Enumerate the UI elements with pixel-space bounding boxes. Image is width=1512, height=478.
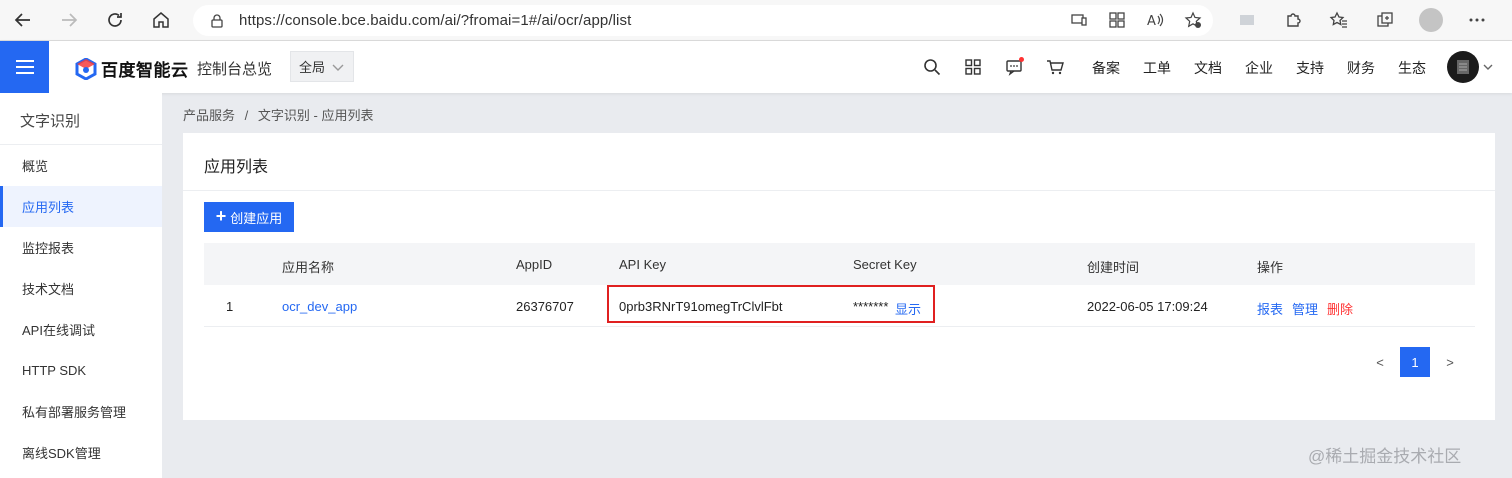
sidebar-item-api-debug[interactable]: API在线调试 bbox=[0, 309, 162, 350]
breadcrumb-separator: / bbox=[244, 108, 249, 123]
sidebar-item-app-list[interactable]: 应用列表 bbox=[0, 186, 162, 227]
plus-icon: + bbox=[215, 206, 227, 226]
baidu-cloud-logo-icon bbox=[75, 57, 97, 80]
report-link[interactable]: 报表 bbox=[1257, 299, 1283, 318]
create-app-label: 创建应用 bbox=[230, 210, 283, 226]
page-title: 应用列表 bbox=[204, 159, 269, 176]
svg-text:A: A bbox=[1147, 14, 1156, 29]
sidebar-item-overview[interactable]: 概览 bbox=[0, 145, 162, 186]
nav-link-ticket[interactable]: 工单 bbox=[1143, 58, 1194, 78]
create-app-button[interactable]: + 创建应用 bbox=[204, 202, 294, 232]
chevron-down-icon bbox=[332, 64, 344, 71]
refresh-icon bbox=[108, 13, 122, 27]
col-header-ops: 操作 bbox=[1257, 260, 1284, 275]
address-bar[interactable]: https://console.bce.baidu.com/ai/?fromai… bbox=[193, 5, 1213, 36]
more-options-icon[interactable] bbox=[1465, 8, 1489, 32]
user-avatar-icon bbox=[1457, 60, 1469, 74]
app-name-link[interactable]: ocr_dev_app bbox=[282, 299, 357, 314]
col-header-appid: AppID bbox=[516, 257, 553, 272]
device-icon[interactable] bbox=[1069, 10, 1089, 30]
home-button[interactable] bbox=[138, 0, 184, 41]
forward-button[interactable] bbox=[46, 0, 92, 41]
refresh-button[interactable] bbox=[92, 0, 138, 41]
breadcrumb: 产品服务 / 文字识别 - 应用列表 bbox=[183, 105, 373, 124]
brand-logo[interactable]: 百度智能云 bbox=[75, 56, 189, 81]
region-value: 全局 bbox=[299, 60, 326, 75]
app-header: 百度智能云 控制台总览 全局 备案 工单 文档 企业 支持 财务 生态 bbox=[0, 41, 1512, 93]
favorite-add-icon[interactable] bbox=[1183, 10, 1203, 30]
url-text: https://console.bce.baidu.com/ai/?fromai… bbox=[239, 12, 632, 29]
menu-button[interactable] bbox=[0, 41, 49, 93]
chevron-down-icon[interactable] bbox=[1482, 61, 1494, 73]
app-id: 26376707 bbox=[516, 299, 574, 314]
watermark: @稀土掘金技术社区 bbox=[1308, 447, 1462, 466]
browser-toolbar: https://console.bce.baidu.com/ai/?fromai… bbox=[0, 0, 1512, 41]
cart-icon[interactable] bbox=[1045, 57, 1065, 77]
region-select[interactable]: 全局 bbox=[290, 51, 354, 82]
extensions-icon[interactable] bbox=[1281, 8, 1305, 32]
favorites-icon[interactable] bbox=[1327, 8, 1351, 32]
highlight-annotation-box bbox=[607, 285, 935, 323]
nav-link-ecosystem[interactable]: 生态 bbox=[1398, 58, 1449, 78]
sidebar-item-http-sdk[interactable]: HTTP SDK bbox=[0, 350, 162, 391]
arrow-left-icon bbox=[14, 13, 30, 27]
prev-page-button[interactable]: < bbox=[1368, 347, 1392, 377]
col-header-apikey: API Key bbox=[619, 257, 666, 272]
sidebar-title: 文字识别 bbox=[0, 93, 162, 145]
sidebar-item-tech-docs[interactable]: 技术文档 bbox=[0, 268, 162, 309]
app-table: 应用名称 AppID API Key Secret Key 创建时间 操作 1 … bbox=[204, 243, 1475, 327]
read-aloud-icon[interactable]: A bbox=[1145, 10, 1165, 30]
home-icon bbox=[153, 12, 169, 28]
console-overview-link[interactable]: 控制台总览 bbox=[197, 58, 272, 79]
arrow-right-icon bbox=[62, 13, 78, 27]
breadcrumb-parent[interactable]: 产品服务 bbox=[183, 108, 235, 123]
nav-link-finance[interactable]: 财务 bbox=[1347, 58, 1398, 78]
search-icon[interactable] bbox=[922, 57, 942, 77]
tab-collections-icon[interactable] bbox=[1373, 8, 1397, 32]
apps-icon[interactable] bbox=[1107, 10, 1127, 30]
nav-link-docs[interactable]: 文档 bbox=[1194, 58, 1245, 78]
header-nav: 备案 工单 文档 企业 支持 财务 生态 bbox=[1092, 58, 1449, 78]
lock-icon bbox=[211, 13, 223, 28]
created-time: 2022-06-05 17:09:24 bbox=[1087, 299, 1208, 314]
profile-avatar[interactable] bbox=[1419, 8, 1443, 32]
next-page-button[interactable]: > bbox=[1438, 347, 1462, 377]
nav-link-enterprise[interactable]: 企业 bbox=[1245, 58, 1296, 78]
row-index: 1 bbox=[226, 299, 234, 314]
col-header-name: 应用名称 bbox=[282, 260, 335, 275]
message-icon[interactable] bbox=[1004, 57, 1024, 77]
col-header-created: 创建时间 bbox=[1087, 260, 1140, 275]
collections-icon[interactable] bbox=[1235, 8, 1259, 32]
nav-link-beian[interactable]: 备案 bbox=[1092, 58, 1143, 78]
breadcrumb-current: 文字识别 - 应用列表 bbox=[257, 108, 374, 123]
logo-text: 百度智能云 bbox=[101, 61, 189, 80]
sidebar-item-private-deploy[interactable]: 私有部署服务管理 bbox=[0, 391, 162, 432]
col-header-secret: Secret Key bbox=[853, 257, 917, 272]
hamburger-icon bbox=[15, 60, 34, 74]
page-number-current[interactable]: 1 bbox=[1400, 347, 1430, 377]
divider bbox=[183, 190, 1495, 191]
manage-link[interactable]: 管理 bbox=[1292, 299, 1318, 318]
nav-link-support[interactable]: 支持 bbox=[1296, 58, 1347, 78]
user-avatar[interactable] bbox=[1447, 51, 1479, 83]
sidebar: 文字识别 概览 应用列表 监控报表 技术文档 API在线调试 HTTP SDK … bbox=[0, 93, 162, 478]
pagination: < 1 > bbox=[1368, 347, 1462, 377]
table-header: 应用名称 AppID API Key Secret Key 创建时间 操作 bbox=[204, 243, 1475, 285]
sidebar-item-offline-sdk[interactable]: 离线SDK管理 bbox=[0, 432, 162, 473]
delete-link[interactable]: 删除 bbox=[1327, 299, 1353, 318]
notification-dot bbox=[1019, 57, 1024, 62]
app-list-card: 应用列表 + 创建应用 应用名称 AppID API Key Secret Ke… bbox=[183, 133, 1495, 420]
sidebar-item-monitoring[interactable]: 监控报表 bbox=[0, 227, 162, 268]
back-button[interactable] bbox=[0, 0, 46, 41]
product-grid-icon[interactable] bbox=[963, 57, 983, 77]
